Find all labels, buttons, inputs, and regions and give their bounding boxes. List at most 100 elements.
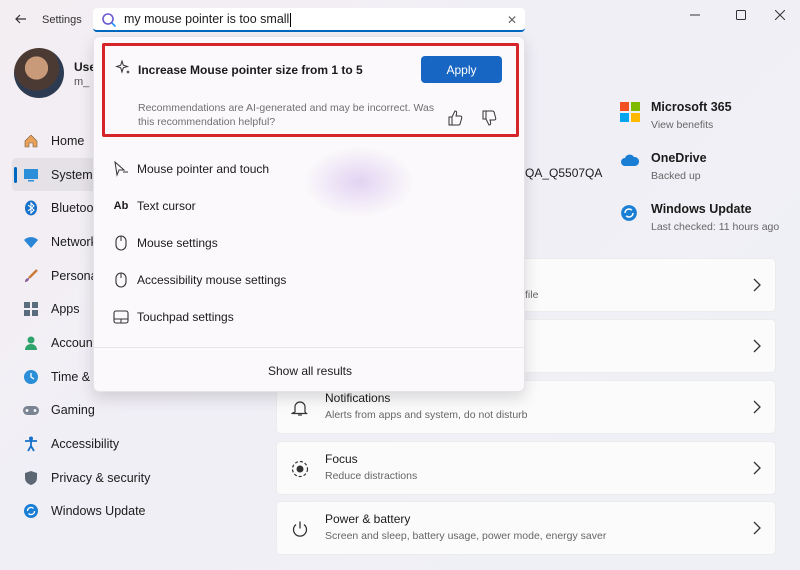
- recommendation-title: Increase Mouse pointer size from 1 to 5: [138, 63, 363, 77]
- mouse-icon: [112, 272, 130, 288]
- card-subtitle: Reduce distractions: [325, 470, 418, 482]
- copilot-search-icon: [102, 13, 117, 28]
- bell-icon: [291, 401, 308, 416]
- apps-icon: [22, 300, 40, 318]
- bluetooth-icon: [22, 199, 40, 217]
- minimize-icon: [690, 14, 700, 16]
- close-icon: [775, 10, 785, 20]
- sidebar-item-label: System: [51, 167, 93, 182]
- thumbs-down-icon[interactable]: [481, 110, 497, 126]
- onedrive-title: OneDrive: [651, 151, 707, 165]
- mouse-icon: [112, 235, 130, 251]
- time-icon: [22, 368, 40, 386]
- sidebar-item-windows-update[interactable]: Windows Update: [12, 495, 192, 529]
- microsoft-365-info[interactable]: Microsoft 365 View benefits: [620, 100, 732, 131]
- touchpad-icon: [112, 309, 130, 325]
- text-caret: [290, 12, 292, 27]
- brush-icon: [22, 267, 40, 285]
- sidebar-item-accessibility[interactable]: Accessibility: [12, 427, 192, 461]
- home-icon: [22, 132, 40, 150]
- thumbs-up-icon[interactable]: [447, 110, 463, 126]
- search-result-touchpad-settings[interactable]: Touchpad settings: [112, 307, 234, 327]
- settings-card-power-battery[interactable]: Power & battery Screen and sleep, batter…: [276, 501, 776, 555]
- onedrive-info[interactable]: OneDrive Backed up: [620, 151, 707, 182]
- ms365-title: Microsoft 365: [651, 100, 732, 114]
- sidebar-item-label: Bluetoo: [51, 201, 94, 216]
- close-button[interactable]: [765, 6, 795, 24]
- windows-update-info[interactable]: Windows Update Last checked: 11 hours ag…: [620, 202, 779, 233]
- sparkle-icon: [115, 60, 130, 74]
- sidebar-item-label: Home: [51, 133, 85, 148]
- device-name: QA_Q5507QA: [525, 166, 603, 180]
- text-cursor-icon: Ab: [113, 200, 129, 212]
- sidebar-item-label: Privacy & security: [51, 470, 151, 485]
- search-result-label: Text cursor: [137, 199, 196, 213]
- back-button[interactable]: [12, 10, 30, 28]
- search-result-label: Accessibility mouse settings: [137, 273, 287, 287]
- card-title: Notifications: [325, 391, 391, 405]
- card-title: Power & battery: [325, 512, 411, 526]
- sidebar-item-label: Persona: [51, 268, 98, 283]
- user-email: m_: [74, 76, 90, 88]
- sidebar-item-label: Network: [51, 234, 97, 249]
- update-icon: [620, 204, 640, 224]
- search-result-accessibility-mouse[interactable]: Accessibility mouse settings: [112, 270, 286, 290]
- maximize-button[interactable]: [726, 6, 756, 24]
- card-partial-text: file: [525, 289, 539, 301]
- show-all-results-link[interactable]: Show all results: [94, 364, 524, 378]
- search-results-dropdown: Increase Mouse pointer size from 1 to 5 …: [93, 36, 525, 392]
- card-title: Focus: [325, 452, 358, 466]
- chevron-right-icon: [753, 278, 761, 292]
- windows-update-subtitle: Last checked: 11 hours ago: [651, 221, 780, 233]
- apply-button[interactable]: Apply: [421, 56, 502, 83]
- sidebar-item-label: Time &: [51, 369, 91, 384]
- settings-card-focus[interactable]: Focus Reduce distractions: [276, 441, 776, 495]
- decorative-glow: [304, 147, 414, 217]
- search-result-label: Mouse settings: [137, 236, 218, 250]
- chevron-right-icon: [753, 461, 761, 475]
- search-query: my mouse pointer is too small: [124, 12, 290, 26]
- divider: [94, 347, 524, 348]
- focus-icon: [291, 460, 309, 478]
- card-subtitle: Screen and sleep, battery usage, power m…: [325, 530, 607, 542]
- chevron-right-icon: [753, 339, 761, 353]
- system-icon: [22, 166, 40, 184]
- search-input[interactable]: my mouse pointer is too small ✕: [93, 8, 525, 32]
- ai-recommendation-card: Increase Mouse pointer size from 1 to 5 …: [102, 43, 519, 137]
- ms365-subtitle: View benefits: [651, 119, 714, 131]
- avatar: [14, 48, 64, 98]
- microsoft-logo-icon: [620, 102, 640, 122]
- sidebar-item-gaming[interactable]: Gaming: [12, 394, 192, 428]
- minimize-button[interactable]: [680, 6, 710, 24]
- power-icon: [292, 521, 308, 537]
- card-subtitle: Alerts from apps and system, do not dist…: [325, 409, 528, 421]
- search-result-label: Mouse pointer and touch: [137, 162, 270, 176]
- recommendation-disclaimer: Recommendations are AI-generated and may…: [138, 102, 435, 128]
- sidebar-item-privacy-security[interactable]: Privacy & security: [12, 461, 192, 495]
- app-title: Settings: [42, 14, 82, 26]
- search-result-label: Touchpad settings: [137, 310, 234, 324]
- user-profile: Use m_: [14, 48, 96, 98]
- search-result-mouse-pointer-touch[interactable]: Mouse pointer and touch: [112, 159, 269, 179]
- maximize-icon: [736, 10, 746, 20]
- mouse-pointer-icon: [112, 161, 130, 177]
- sidebar-item-label: Gaming: [51, 403, 95, 418]
- sidebar-item-label: Accessibility: [51, 437, 120, 452]
- sidebar-item-label: Windows Update: [51, 504, 146, 519]
- chevron-right-icon: [753, 521, 761, 535]
- sidebar-item-label: Apps: [51, 302, 80, 317]
- search-result-text-cursor[interactable]: Ab Text cursor: [112, 196, 196, 216]
- wifi-icon: [22, 233, 40, 251]
- update-icon: [22, 502, 40, 520]
- shield-icon: [22, 469, 40, 487]
- account-icon: [22, 334, 40, 352]
- windows-update-title: Windows Update: [651, 202, 752, 216]
- search-result-mouse-settings[interactable]: Mouse settings: [112, 233, 218, 253]
- cloud-icon: [620, 153, 640, 173]
- chevron-right-icon: [753, 400, 761, 414]
- clear-search-icon[interactable]: ✕: [507, 13, 517, 27]
- sidebar-item-label: Account: [51, 335, 97, 350]
- accessibility-icon: [22, 435, 40, 453]
- arrow-left-icon: [15, 14, 26, 24]
- onedrive-subtitle: Backed up: [651, 170, 701, 182]
